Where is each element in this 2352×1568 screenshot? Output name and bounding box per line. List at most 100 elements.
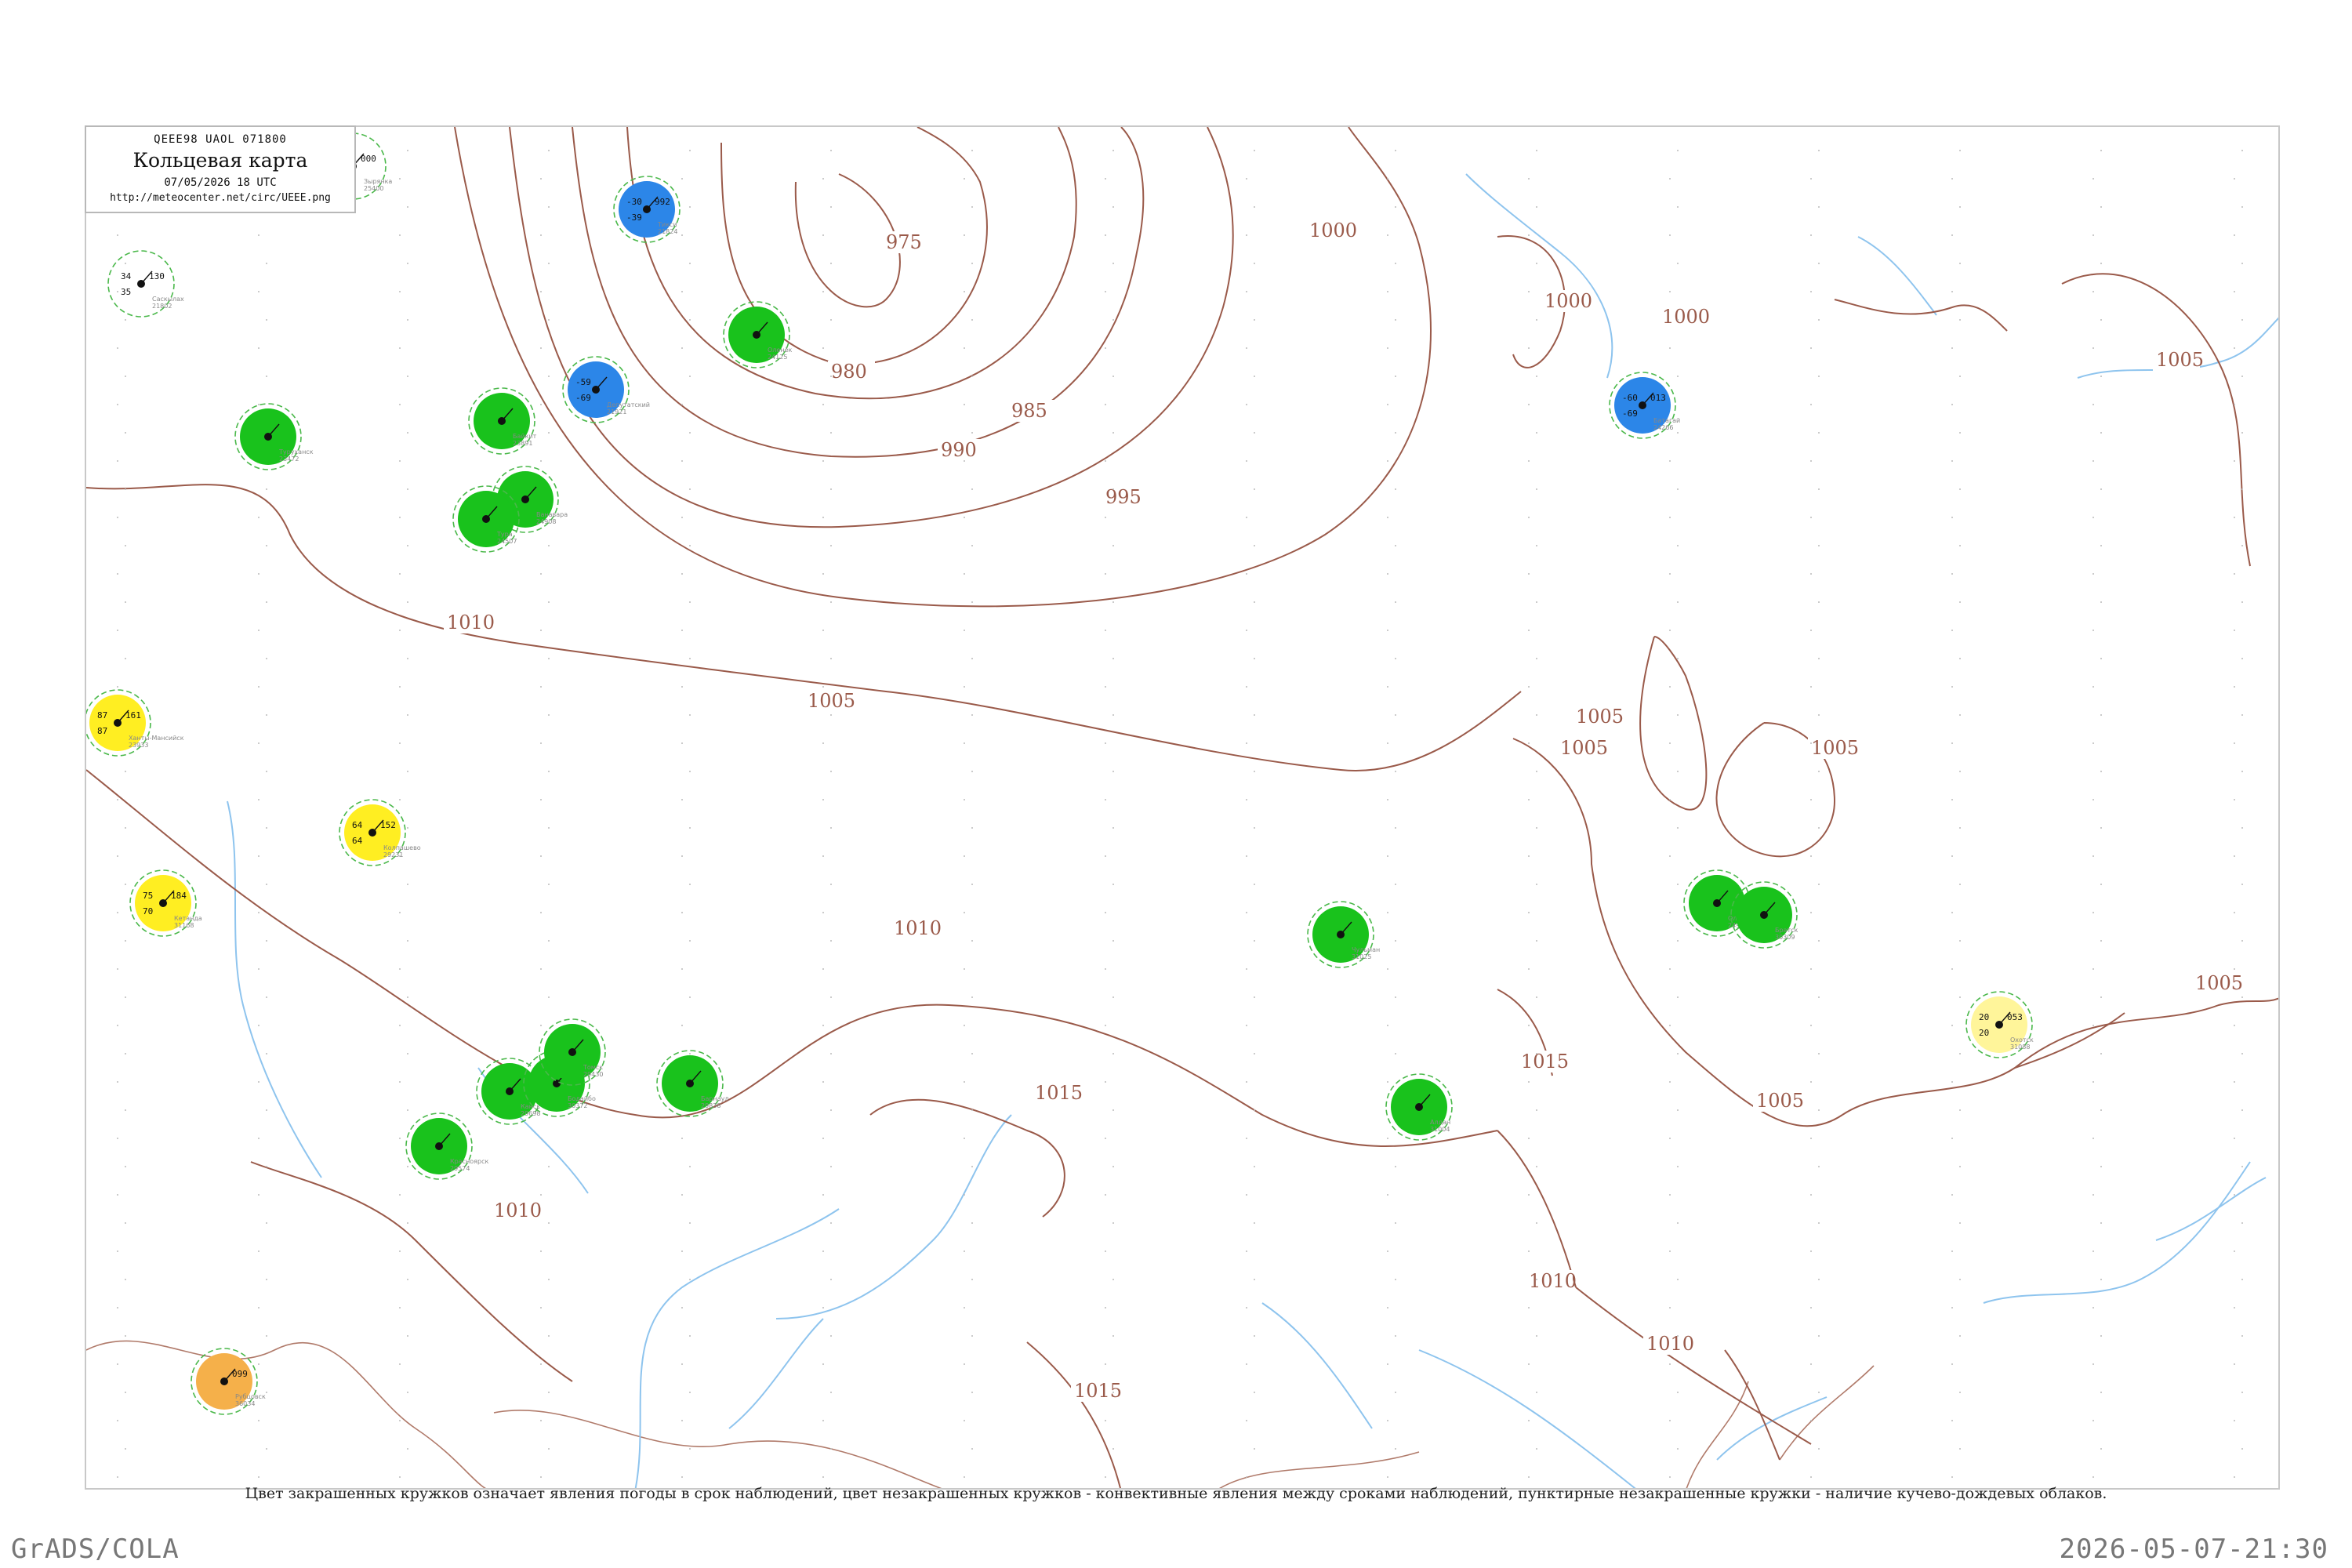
grid-dot bbox=[2092, 799, 2094, 800]
isobar-label: 980 bbox=[831, 361, 867, 383]
station-plot[interactable]: Алдан31004 bbox=[1385, 1073, 1453, 1141]
station-name: Рубцовск bbox=[235, 1393, 266, 1400]
grid-dot bbox=[266, 1109, 267, 1111]
grid-dot bbox=[1528, 1420, 1530, 1421]
grid-dot bbox=[548, 940, 550, 942]
grid-dot bbox=[1528, 968, 1530, 970]
grid-dot bbox=[117, 1081, 118, 1083]
grid-dot bbox=[971, 206, 973, 208]
station-plot[interactable]: -30 -39 992 Тикси21824 bbox=[613, 176, 681, 243]
station-plot[interactable]: -60 -69 013 Батагай24266 bbox=[1609, 372, 1680, 439]
station-plot[interactable]: Чульман31025 bbox=[1307, 901, 1380, 968]
grid-dot bbox=[1528, 1025, 1530, 1026]
grid-dot bbox=[399, 1250, 401, 1252]
grid-dot bbox=[1810, 968, 1812, 970]
grid-dot bbox=[125, 432, 126, 434]
grid-dot bbox=[1387, 234, 1388, 236]
station-id: 30372 bbox=[568, 1102, 587, 1109]
grid-dot bbox=[1810, 347, 1812, 349]
grid-dot bbox=[830, 206, 832, 208]
grid-dot bbox=[1112, 1222, 1114, 1224]
grid-dot bbox=[1246, 178, 1247, 180]
grid-dot bbox=[2241, 206, 2243, 208]
station-plot[interactable]: 75 70 184 Кетанда31168 bbox=[129, 869, 202, 937]
grid-dot bbox=[964, 291, 965, 292]
grid-dot bbox=[1105, 1307, 1106, 1308]
map-url[interactable]: http://meteocenter.net/circ/UEEE.png bbox=[86, 192, 354, 204]
grid-dot bbox=[830, 884, 832, 885]
isobar-label: 1005 bbox=[1811, 737, 1859, 759]
grid-dot bbox=[1536, 827, 1537, 829]
grid-dot bbox=[1387, 404, 1388, 405]
station-plot[interactable]: Барнаул29838 bbox=[656, 1050, 728, 1117]
grid-dot bbox=[1528, 742, 1530, 744]
grid-dot bbox=[689, 714, 691, 716]
grid-dot bbox=[830, 996, 832, 998]
grid-dot bbox=[1395, 714, 1396, 716]
grid-dot bbox=[1528, 1363, 1530, 1365]
grid-dot bbox=[2234, 460, 2235, 462]
river bbox=[1857, 236, 1937, 316]
grid-dot bbox=[258, 630, 260, 631]
station-plot[interactable]: Оленёк24125 bbox=[723, 301, 792, 368]
station-plot[interactable]: 64 64 152 Колпашево29231 bbox=[339, 799, 421, 866]
grid-dot bbox=[1254, 1109, 1255, 1111]
grid-dot bbox=[822, 1194, 824, 1196]
grid-dot bbox=[1810, 1476, 1812, 1478]
station-dewpoint: 64 bbox=[352, 836, 363, 846]
grid-dot bbox=[971, 714, 973, 716]
grid-dot bbox=[1395, 658, 1396, 659]
station-plot[interactable]: 20 20 053 Охотск31088 bbox=[1965, 991, 2034, 1058]
grid-dot bbox=[1818, 1222, 1820, 1224]
grid-dot bbox=[407, 319, 408, 321]
grid-dot bbox=[1395, 206, 1396, 208]
station-plot[interactable]: Красноярск29574 bbox=[405, 1112, 488, 1180]
grid-dot bbox=[399, 1025, 401, 1026]
grid-dot bbox=[1387, 347, 1388, 349]
grid-dot bbox=[964, 630, 965, 631]
station-pressure: 184 bbox=[171, 891, 187, 901]
isobar-label: 990 bbox=[941, 439, 977, 461]
grid-dot bbox=[1810, 1363, 1812, 1365]
grid-dot bbox=[2100, 545, 2102, 546]
grid-dot bbox=[2234, 517, 2235, 518]
grid-dot bbox=[1254, 996, 1255, 998]
border-line bbox=[493, 1409, 942, 1488]
station-name: Саскылах bbox=[152, 296, 184, 303]
grid-dot bbox=[117, 799, 118, 800]
grid-dot bbox=[1818, 884, 1820, 885]
station-plot[interactable]: 87 87 161 Ханты-Мансийск23933 bbox=[86, 689, 184, 757]
grid-dot bbox=[399, 291, 401, 292]
station-name: Кетанда bbox=[174, 915, 202, 922]
rivers bbox=[227, 173, 2278, 1488]
grid-dot bbox=[1254, 545, 1255, 546]
station-plot[interactable]: 099 Рубцовск36034 bbox=[191, 1348, 266, 1415]
grid-dot bbox=[830, 432, 832, 434]
isobar-label: 1005 bbox=[2156, 349, 2204, 371]
grid-dot bbox=[2092, 1363, 2094, 1365]
grid-dot bbox=[1951, 291, 1953, 292]
station-id: 31088 bbox=[2010, 1044, 2030, 1051]
station-plot[interactable]: Туруханск23472 bbox=[234, 403, 314, 470]
station-plot[interactable]: 34 35 130 Саскылах21802 bbox=[107, 250, 184, 318]
grid-dot bbox=[2241, 1279, 2243, 1280]
grid-dot bbox=[964, 855, 965, 857]
grid-dot bbox=[2241, 658, 2243, 659]
grid-dot bbox=[1818, 1392, 1820, 1393]
grid-dot bbox=[540, 1250, 542, 1252]
grid-dot bbox=[125, 1448, 126, 1450]
grid-dot bbox=[2234, 855, 2235, 857]
grid-dot bbox=[2234, 1420, 2235, 1421]
station-plot[interactable]: Байкит23891 bbox=[468, 387, 537, 455]
station-name: Колпашево bbox=[383, 844, 421, 851]
grid-dot bbox=[1810, 1025, 1812, 1026]
grid-dot bbox=[125, 1109, 126, 1111]
grid-dot bbox=[1959, 996, 1961, 998]
station-temperature: 20 bbox=[1979, 1012, 1989, 1022]
grid-dot bbox=[689, 601, 691, 603]
grid-dot bbox=[1528, 799, 1530, 800]
grid-dot bbox=[1105, 686, 1106, 688]
grid-dot bbox=[1528, 686, 1530, 688]
grid-dot bbox=[1818, 658, 1820, 659]
station-plot[interactable]: -59 -69 Депутатский21921 bbox=[562, 356, 650, 423]
